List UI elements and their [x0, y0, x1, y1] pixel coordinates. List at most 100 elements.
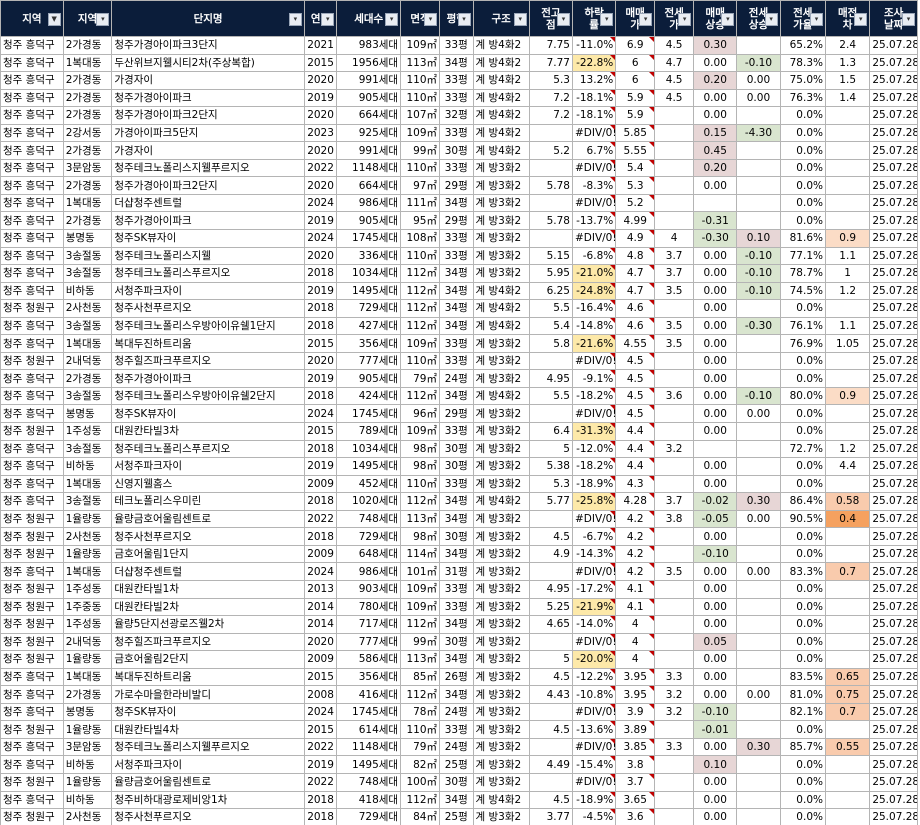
cell-decline-rate[interactable]: #DIV/0!: [571, 737, 617, 757]
cell-sale-jeonse-gap[interactable]: 1.1: [824, 246, 871, 266]
cell-jeonse-price[interactable]: 3.3: [654, 667, 695, 687]
cell-area[interactable]: 96㎡: [400, 404, 440, 424]
cell-region[interactable]: 청주 청원구: [0, 579, 64, 599]
cell-structure[interactable]: 계 방4화2: [472, 299, 530, 318]
cell-sale-price[interactable]: 4.5: [615, 404, 656, 424]
cell-area[interactable]: 79㎡: [400, 737, 440, 757]
cell-year[interactable]: 2018: [303, 790, 338, 810]
cell-decline-rate[interactable]: -21.6%: [571, 334, 617, 353]
cell-structure[interactable]: 계 방3화2: [472, 457, 530, 476]
cell-sale-price[interactable]: 4.5: [615, 386, 656, 406]
cell-sale-price[interactable]: 4.9: [615, 229, 656, 248]
cell-peak-price[interactable]: 7.77: [528, 53, 573, 73]
cell-jeonse-price[interactable]: [654, 632, 695, 652]
cell-sale-jeonse-gap[interactable]: 1.2: [824, 281, 871, 301]
cell-district[interactable]: 1주성동: [62, 615, 113, 634]
cell-decline-rate[interactable]: -18.9%: [571, 790, 617, 810]
cell-sale-change[interactable]: 0.00: [693, 351, 738, 371]
cell-households[interactable]: 903세대: [336, 579, 402, 599]
cell-households[interactable]: 1495세대: [336, 755, 402, 774]
cell-pyeong[interactable]: 29평: [439, 176, 474, 195]
cell-jeonse-change[interactable]: -4.30: [736, 123, 781, 143]
cell-jeonse-change[interactable]: [736, 755, 781, 774]
cell-jeonse-change[interactable]: 0.00: [736, 71, 781, 90]
cell-region[interactable]: 청주 청원구: [0, 772, 64, 792]
cell-households[interactable]: 780세대: [336, 597, 402, 617]
column-header-complex-name[interactable]: 단지명 ▾: [111, 0, 305, 37]
cell-jeonse-price[interactable]: [654, 351, 695, 371]
cell-jeonse-price[interactable]: 3.5: [654, 562, 695, 581]
cell-pyeong[interactable]: 33평: [439, 229, 474, 248]
cell-pyeong[interactable]: 30평: [439, 772, 474, 792]
cell-jeonse-change[interactable]: [736, 158, 781, 178]
cell-complex-name[interactable]: 청주테크노폴리스지웰푸르지오: [111, 737, 305, 757]
cell-sale-price[interactable]: 4: [615, 650, 656, 669]
filter-dropdown-icon[interactable]: ▾: [600, 12, 614, 26]
cell-district[interactable]: 2가경동: [62, 36, 113, 55]
cell-complex-name[interactable]: 서청주파크자이: [111, 755, 305, 774]
cell-jeonse-ratio[interactable]: 0.0%: [779, 351, 826, 371]
cell-complex-name[interactable]: 가로수마을한라비발디: [111, 685, 305, 704]
cell-jeonse-change[interactable]: [736, 36, 781, 55]
cell-households[interactable]: 1034세대: [336, 264, 402, 283]
cell-sale-jeonse-gap[interactable]: [824, 544, 871, 564]
cell-region[interactable]: 청주 청원구: [0, 509, 64, 529]
cell-area[interactable]: 97㎡: [400, 176, 440, 195]
cell-jeonse-ratio[interactable]: 0.0%: [779, 615, 826, 634]
cell-decline-rate[interactable]: #DIV/0!: [571, 229, 617, 248]
cell-district[interactable]: 1율량동: [62, 772, 113, 792]
cell-households[interactable]: 748세대: [336, 772, 402, 792]
column-header-region[interactable]: 지역 ▼: [0, 0, 64, 37]
cell-complex-name[interactable]: 청주비하대광로제비앙1차: [111, 790, 305, 810]
cell-area[interactable]: 112㎡: [400, 685, 440, 704]
cell-complex-name[interactable]: 청주가경아이파크3단지: [111, 36, 305, 55]
cell-sale-change[interactable]: 0.00: [693, 422, 738, 441]
cell-peak-price[interactable]: 5.5: [528, 386, 573, 406]
cell-year[interactable]: 2022: [303, 509, 338, 529]
cell-households[interactable]: 418세대: [336, 790, 402, 810]
cell-households[interactable]: 1148세대: [336, 158, 402, 178]
cell-survey-date[interactable]: 25.07.28: [869, 492, 918, 511]
cell-district[interactable]: 2내덕동: [62, 632, 113, 652]
cell-complex-name[interactable]: 청주테크노폴리스푸르지오: [111, 264, 305, 283]
cell-structure[interactable]: 계 방4화2: [472, 386, 530, 406]
column-header-peak-price[interactable]: 전고점 ▾: [528, 0, 573, 37]
filter-dropdown-icon[interactable]: ▾: [902, 12, 915, 26]
cell-survey-date[interactable]: 25.07.28: [869, 702, 918, 722]
cell-jeonse-ratio[interactable]: 0.0%: [779, 755, 826, 774]
cell-structure[interactable]: 계 방3화2: [472, 702, 530, 722]
cell-decline-rate[interactable]: 13.2%: [571, 71, 617, 90]
cell-pyeong[interactable]: 34평: [439, 281, 474, 301]
cell-structure[interactable]: 계 방3화2: [472, 685, 530, 704]
cell-households[interactable]: 648세대: [336, 544, 402, 564]
cell-district[interactable]: 2사천동: [62, 299, 113, 318]
cell-region[interactable]: 청주 흥덕구: [0, 158, 64, 178]
cell-households[interactable]: 905세대: [336, 211, 402, 231]
cell-jeonse-ratio[interactable]: 72.7%: [779, 439, 826, 459]
cell-district[interactable]: 비하동: [62, 457, 113, 476]
cell-year[interactable]: 2020: [303, 71, 338, 90]
cell-survey-date[interactable]: 25.07.28: [869, 386, 918, 406]
cell-jeonse-change[interactable]: [736, 106, 781, 125]
cell-decline-rate[interactable]: -13.7%: [571, 211, 617, 231]
cell-sale-change[interactable]: 0.00: [693, 246, 738, 266]
cell-pyeong[interactable]: 34평: [439, 685, 474, 704]
cell-pyeong[interactable]: 33평: [439, 422, 474, 441]
cell-sale-price[interactable]: 4.2: [615, 509, 656, 529]
cell-sale-jeonse-gap[interactable]: 1: [824, 264, 871, 283]
cell-jeonse-price[interactable]: 3.5: [654, 281, 695, 301]
cell-sale-jeonse-gap[interactable]: [824, 772, 871, 792]
column-header-area[interactable]: 면적 ▾: [400, 0, 440, 37]
cell-jeonse-price[interactable]: 3.7: [654, 492, 695, 511]
cell-sale-price[interactable]: 4.2: [615, 544, 656, 564]
cell-sale-price[interactable]: 4.6: [615, 299, 656, 318]
cell-pyeong[interactable]: 24평: [439, 737, 474, 757]
cell-structure[interactable]: 계 방3화2: [472, 193, 530, 213]
cell-pyeong[interactable]: 34평: [439, 615, 474, 634]
cell-area[interactable]: 110㎡: [400, 71, 440, 90]
cell-jeonse-price[interactable]: 3.2: [654, 439, 695, 459]
cell-households[interactable]: 748세대: [336, 509, 402, 529]
cell-complex-name[interactable]: 청주테크노폴리스우방아이유쉘1단지: [111, 316, 305, 336]
cell-region[interactable]: 청주 흥덕구: [0, 106, 64, 125]
cell-jeonse-ratio[interactable]: 0.0%: [779, 544, 826, 564]
